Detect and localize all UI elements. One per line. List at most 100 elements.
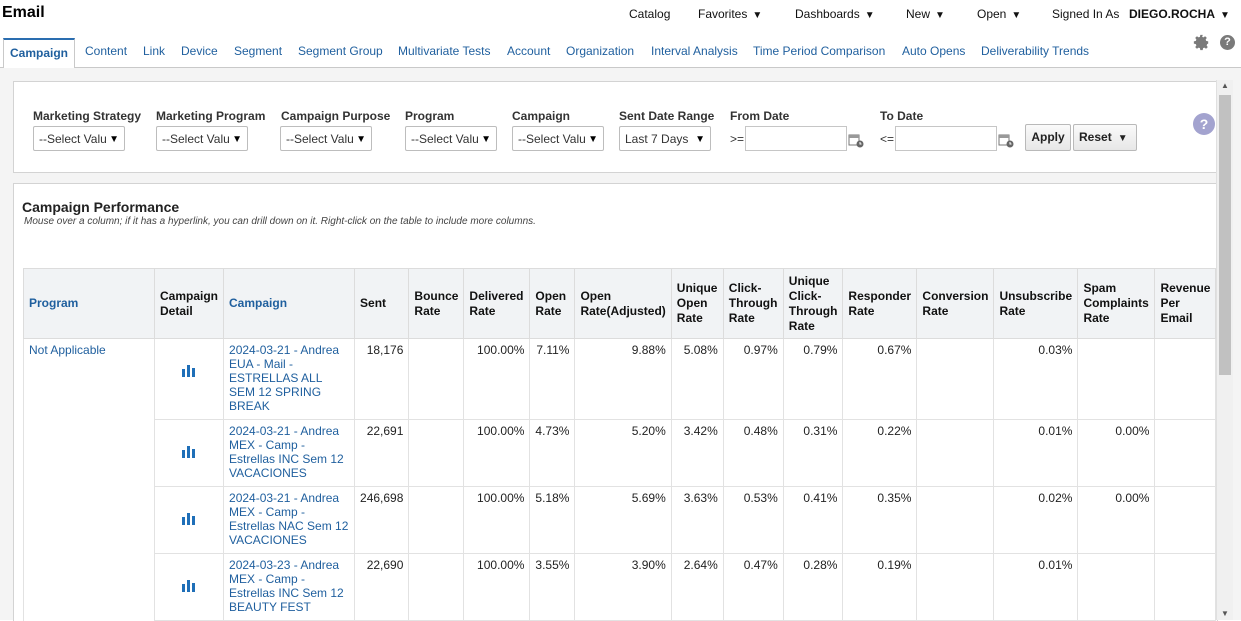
campaign-cell[interactable]: 2024-03-21 - Andrea MEX - Camp - Estrell… [223,419,356,487]
gear-icon[interactable] [1193,34,1210,54]
tab-multivariate-tests[interactable]: Multivariate Tests [398,44,490,58]
tab-organization[interactable]: Organization [566,44,634,58]
tab-auto-opens[interactable]: Auto Opens [902,44,965,58]
ctr-cell: 0.97% [722,338,784,420]
column-header-sent: Sent [354,268,410,339]
tab-account[interactable]: Account [507,44,550,58]
dropdown-arrow-icon: ▼ [232,134,242,145]
marketing-strategy-label: Marketing Strategy [33,109,142,123]
tab-campaign[interactable]: Campaign [3,38,76,69]
campaign-performance-table[interactable]: Program Campaign Detail Campaign Sent Bo… [23,268,1217,621]
tab-content[interactable]: Content [85,44,127,58]
campaign-purpose-label: Campaign Purpose [281,109,391,123]
to-date-input[interactable] [895,126,997,151]
column-header-responder-rate: Responder Rate [842,268,918,339]
calendar-icon[interactable] [998,132,1014,151]
ctr-cell: 0.47% [722,553,784,621]
open-menu[interactable]: Open ▼ [977,7,1021,21]
user-menu[interactable]: DIEGO.ROCHA ▼ [1129,7,1230,21]
from-date-input[interactable] [745,126,847,151]
delivered-cell: 100.00% [463,553,531,621]
chevron-down-icon: ▼ [935,10,945,21]
campaign-detail-cell [153,553,225,621]
tab-segment[interactable]: Segment [234,44,282,58]
tab-link[interactable]: Link [143,44,165,58]
delivered-cell: 100.00% [463,338,531,420]
sent-date-range-label: Sent Date Range [619,109,715,123]
top-bar: Email Catalog Favorites ▼ Dashboards ▼ New… [0,0,1241,30]
column-header-unique-click-through-rate: Unique Click-Through Rate [782,268,844,339]
filter-help-icon[interactable]: ? [1193,113,1215,135]
bar-chart-icon[interactable] [182,444,196,458]
user-name: DIEGO.ROCHA [1129,7,1216,21]
dashboards-label: Dashboards [795,7,860,21]
delivered-cell: 100.00% [463,419,531,487]
unsub-cell: 0.03% [993,338,1079,420]
campaign-cell[interactable]: 2024-03-21 - Andrea MEX - Camp - Estrell… [223,486,356,554]
tab-device[interactable]: Device [181,44,218,58]
catalog-menu[interactable]: Catalog [629,7,670,21]
tab-time-period-comparison[interactable]: Time Period Comparison [753,44,885,58]
favorites-menu[interactable]: Favorites ▼ [698,7,762,21]
sent-date-range-select[interactable]: Last 7 Days ▼ [619,126,711,151]
campaign-link[interactable]: 2024-03-21 - Andrea MEX - Camp - Estrell… [229,424,344,480]
campaign-select[interactable]: --Select Valu ▼ [512,126,604,151]
scrollbar-thumb[interactable] [1219,95,1231,375]
marketing-program-select[interactable]: --Select Valu ▼ [156,126,248,151]
from-date-operator: >= [730,132,745,146]
calendar-icon[interactable] [848,132,864,151]
bounce-cell [408,486,465,554]
table-row[interactable]: 2024-03-23 - Andrea MEX - Camp - Estrell… [23,553,1217,621]
marketing-strategy-select[interactable]: --Select Valu ▼ [33,126,125,151]
campaign-link[interactable]: 2024-03-23 - Andrea MEX - Camp - Estrell… [229,558,344,614]
bounce-cell [408,553,465,621]
column-header-unsubscribe-rate: Unsubscribe Rate [993,268,1079,339]
campaign-cell[interactable]: 2024-03-23 - Andrea MEX - Camp - Estrell… [223,553,356,621]
uctr-cell: 0.28% [782,553,844,621]
tab-segment-group[interactable]: Segment Group [298,44,383,58]
campaign-link[interactable]: 2024-03-21 - Andrea MEX - Camp - Estrell… [229,491,348,547]
program-link[interactable]: Not Applicable [29,343,106,357]
apply-button[interactable]: Apply [1025,124,1071,151]
program-cell [23,553,155,621]
column-header-campaign[interactable]: Campaign [223,268,356,339]
marketing-program-value: --Select Valu [162,132,230,146]
table-row[interactable]: Not Applicable 2024-03-21 - Andrea EUA - … [23,338,1217,420]
campaign-purpose-select[interactable]: --Select Valu ▼ [280,126,372,151]
campaign-cell[interactable]: 2024-03-21 - Andrea EUA - Mail - ESTRELL… [223,338,356,420]
report-title: Campaign Performance [22,199,180,215]
revenue-cell [1154,486,1217,554]
bar-chart-icon[interactable] [182,578,196,592]
column-header-program[interactable]: Program [23,268,155,339]
dashboards-menu[interactable]: Dashboards ▼ [795,7,875,21]
ctr-cell: 0.48% [722,419,784,487]
tab-interval-analysis[interactable]: Interval Analysis [651,44,738,58]
uopen-cell: 3.42% [670,419,724,487]
campaign-purpose-value: --Select Valu [286,132,354,146]
vertical-scrollbar[interactable]: ▲ ▼ [1216,80,1233,620]
new-menu[interactable]: New ▼ [906,7,945,21]
table-row[interactable]: 2024-03-21 - Andrea MEX - Camp - Estrell… [23,486,1217,554]
bar-chart-icon[interactable] [182,363,196,377]
responder-cell: 0.67% [842,338,918,420]
scroll-up-icon[interactable]: ▲ [1221,81,1229,90]
program-cell[interactable]: Not Applicable [23,338,155,420]
unsub-cell: 0.02% [993,486,1079,554]
revenue-cell [1154,338,1217,420]
campaign-link[interactable]: 2024-03-21 - Andrea EUA - Mail - ESTRELL… [229,343,339,413]
reset-button[interactable]: Reset ▼ [1073,124,1137,151]
campaign-performance-panel: Campaign Performance Mouse over a column… [13,183,1218,621]
dropdown-arrow-icon: ▼ [588,134,598,145]
program-select[interactable]: --Select Valu ▼ [405,126,497,151]
bar-chart-icon[interactable] [182,511,196,525]
help-icon[interactable]: ? [1220,35,1235,50]
delivered-cell: 100.00% [463,486,531,554]
table-row[interactable]: 2024-03-21 - Andrea MEX - Camp - Estrell… [23,419,1217,487]
campaign-detail-cell [153,419,225,487]
column-header-click-through-rate: Click-Through Rate [722,268,784,339]
column-header-conversion-rate: Conversion Rate [916,268,995,339]
tab-deliverability-trends[interactable]: Deliverability Trends [981,44,1089,58]
uopen-cell: 2.64% [670,553,724,621]
scroll-down-icon[interactable]: ▼ [1221,609,1229,618]
column-header-open-rate: Open Rate [529,268,576,339]
